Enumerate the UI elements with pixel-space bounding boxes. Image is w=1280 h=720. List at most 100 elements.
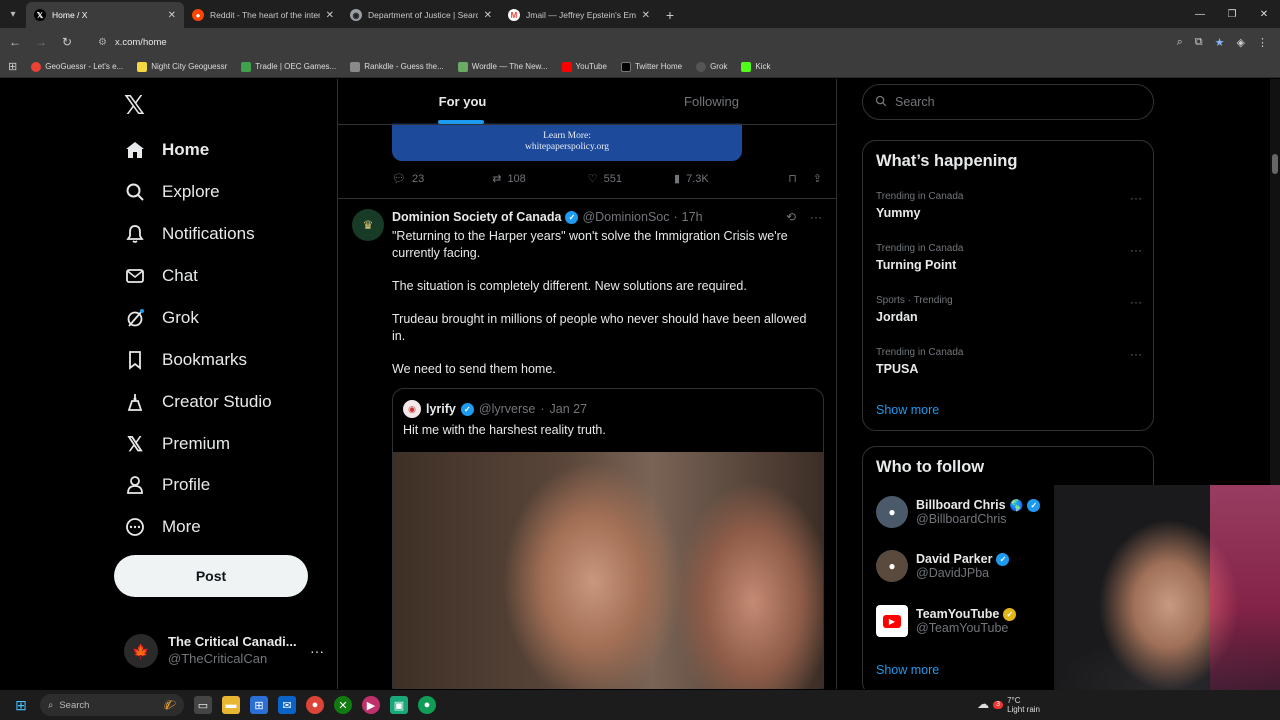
nav-more[interactable]: More — [124, 509, 201, 545]
close-window-icon[interactable]: ✕ — [1248, 0, 1280, 28]
show-more-link[interactable]: Show more — [876, 403, 939, 417]
bookmark-icon[interactable]: ⊓ — [788, 172, 797, 185]
back-icon[interactable]: ← — [6, 33, 24, 51]
site-info-icon[interactable]: ⚙ — [98, 37, 107, 48]
more-dots-icon[interactable]: ··· — [1130, 191, 1142, 205]
nav-home[interactable]: Home — [124, 132, 209, 168]
account-switcher[interactable]: 🍁 The Critical Canadi... @TheCriticalCan… — [124, 631, 324, 671]
minimize-icon[interactable]: — — [1184, 0, 1216, 28]
more-dots-icon[interactable]: ··· — [1130, 243, 1142, 257]
app-icon[interactable]: ▣ — [390, 696, 408, 714]
trend-item[interactable]: Trending in Canada Turning Point ··· — [876, 243, 1142, 272]
file-explorer-icon[interactable]: ▬ — [222, 696, 240, 714]
install-icon[interactable]: ⧉ — [1195, 36, 1203, 49]
tab-reddit[interactable]: ● Reddit - The heart of the intern ✕ — [184, 2, 342, 28]
zoom-icon[interactable]: ⌕ — [1177, 36, 1183, 49]
forward-icon[interactable]: → — [32, 33, 50, 51]
bookmark-item[interactable]: YouTube — [561, 61, 607, 72]
task-view-icon[interactable]: ▭ — [194, 696, 212, 714]
nav-label: Bookmarks — [162, 350, 248, 369]
grok-icon[interactable]: ⟲ — [786, 210, 796, 224]
nav-explore[interactable]: Explore — [124, 174, 220, 210]
follow-suggestion[interactable]: ▶ TeamYouTube ✓ @TeamYouTube — [876, 605, 1066, 637]
store-icon[interactable]: ⊞ — [250, 696, 268, 714]
outlook-icon[interactable]: ✉ — [278, 696, 296, 714]
taskbar-search-input[interactable]: ⌕ Search 🌮︎ — [40, 694, 184, 716]
tab-jmail[interactable]: M Jmail — Jeffrey Epstein's Emails ✕ — [500, 2, 658, 28]
nav-premium[interactable]: 𝕏 Premium — [124, 426, 230, 462]
reload-icon[interactable]: ↻ — [58, 33, 76, 51]
trend-item[interactable]: Trending in Canada TPUSA ··· — [876, 347, 1142, 376]
follow-suggestion[interactable]: ● Billboard Chris 🌎 ✓ @BillboardChris — [876, 496, 1066, 528]
bookmark-item[interactable]: Night City Geoguessr — [137, 61, 227, 72]
follow-suggestion[interactable]: ● David Parker ✓ @DavidJPba — [876, 550, 1066, 582]
trend-item[interactable]: Trending in Canada Yummy ··· — [876, 191, 1142, 220]
close-icon[interactable]: ✕ — [326, 10, 334, 21]
nav-profile[interactable]: Profile — [124, 467, 210, 503]
share-icon[interactable]: ⇪ — [813, 172, 822, 185]
author-handle[interactable]: @DominionSoc — [582, 210, 669, 224]
trend-item[interactable]: Sports · Trending Jordan ··· — [876, 295, 1142, 324]
extension-icon[interactable]: ◈ — [1237, 36, 1245, 49]
windows-start-icon[interactable]: ⊞ — [12, 696, 30, 714]
avatar[interactable]: ♛ — [352, 209, 384, 241]
repost-button[interactable]: ⇄ 108 — [492, 172, 526, 186]
like-button[interactable]: ♡ 551 — [588, 172, 622, 186]
star-icon[interactable]: ★ — [1215, 36, 1225, 49]
menu-icon[interactable]: ⋮ — [1257, 36, 1268, 49]
weather-widget[interactable]: ☁ 3 7°C Light rain — [977, 696, 1040, 714]
globe-icon: 🌎 — [1009, 499, 1024, 512]
close-icon[interactable]: ✕ — [642, 10, 650, 21]
quoted-tweet[interactable]: ◉ lyrify ✓ @lyrverse · Jan 27 Hit me wit… — [392, 388, 824, 689]
nav-grok[interactable]: Grok — [124, 300, 199, 336]
toolbar-icons: ⌕ ⧉ ★ ◈ ⋮ — [1177, 36, 1268, 49]
nav-chat[interactable]: Chat — [124, 258, 198, 294]
views-button[interactable]: ▮ 7.3K — [674, 172, 709, 186]
search-input[interactable]: Search — [862, 84, 1154, 120]
bookmark-item[interactable]: Tradle | OEC Games... — [241, 61, 336, 72]
more-dots-icon[interactable]: ··· — [310, 643, 324, 659]
quote-text: Hit me with the harshest reality truth. — [403, 423, 606, 437]
author-name[interactable]: Dominion Society of Canada — [392, 210, 561, 224]
new-tab-button[interactable]: + — [658, 2, 682, 28]
more-dots-icon[interactable]: ··· — [1130, 347, 1142, 361]
kick-icon — [741, 61, 752, 72]
bookmark-item[interactable]: GeoGuessr - Let's e... — [31, 61, 123, 72]
address-bar[interactable]: ⚙ x.com/home — [92, 31, 1169, 53]
tab-following[interactable]: Following — [587, 79, 836, 124]
trend-context: Sports · Trending — [876, 295, 953, 306]
x-logo-icon[interactable]: 𝕏 — [124, 91, 145, 121]
reply-button[interactable]: 💬︎ 23 — [392, 172, 424, 186]
tab-home-x[interactable]: 𝕏 Home / X ✕ — [26, 2, 184, 28]
tab-for-you[interactable]: For you — [338, 79, 587, 124]
tweet-paragraph: We need to send them home. — [392, 362, 556, 376]
bookmark-item[interactable]: Twitter Home — [620, 61, 682, 72]
close-icon[interactable]: ✕ — [168, 10, 176, 21]
bookmark-item[interactable]: Wordle — The New... — [457, 61, 548, 72]
apps-grid-icon[interactable]: ⊞ — [8, 60, 17, 73]
nav-notifications[interactable]: Notifications — [124, 216, 255, 252]
chrome-icon[interactable]: ● — [306, 696, 324, 714]
bookmark-item[interactable]: Rankdle - Guess the... — [350, 61, 444, 72]
quote-media-image[interactable] — [393, 452, 823, 689]
tweet-time[interactable]: 17h — [682, 210, 703, 224]
more-dots-icon[interactable]: ··· — [810, 210, 822, 224]
tab-doj[interactable]: ◉ Department of Justice | Search ✕ — [342, 2, 500, 28]
scrollbar-thumb[interactable] — [1272, 154, 1278, 174]
show-more-link[interactable]: Show more — [876, 663, 939, 677]
nav-bookmarks[interactable]: Bookmarks — [124, 342, 247, 378]
chrome-active-icon[interactable]: ● — [418, 696, 436, 714]
nav-creator-studio[interactable]: Creator Studio — [124, 384, 272, 420]
close-icon[interactable]: ✕ — [484, 10, 492, 21]
bookmark-item[interactable]: Grok — [696, 61, 727, 72]
xbox-icon[interactable]: ✕ — [334, 696, 352, 714]
maximize-icon[interactable]: ❐ — [1216, 0, 1248, 28]
more-dots-icon[interactable]: ··· — [1130, 295, 1142, 309]
tab-search-icon[interactable]: ▾ — [0, 0, 26, 28]
post-button[interactable]: Post — [114, 555, 308, 597]
webcam-overlay-image — [1054, 485, 1280, 690]
promoted-card-image[interactable]: Learn More: whitepaperspolicy.org — [392, 123, 742, 161]
media-player-icon[interactable]: ▶ — [362, 696, 380, 714]
views-icon: ▮ — [674, 173, 681, 185]
bookmark-item[interactable]: Kick — [741, 61, 771, 72]
